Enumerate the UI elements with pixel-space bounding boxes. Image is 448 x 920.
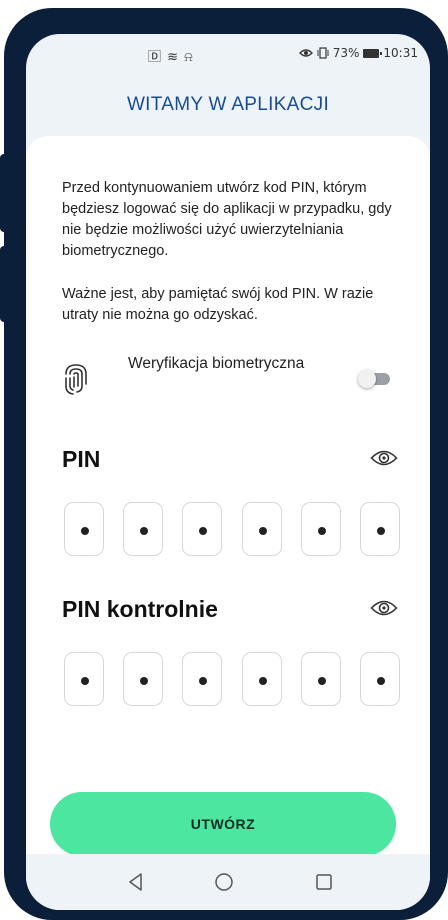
- vibrate-icon: [317, 47, 329, 59]
- pin-confirm-digit-2[interactable]: [123, 652, 164, 706]
- pin-confirm-digit-1[interactable]: [64, 652, 104, 706]
- pin-digit-3[interactable]: [182, 502, 223, 556]
- recent-apps-icon[interactable]: [312, 870, 336, 894]
- back-icon[interactable]: [124, 870, 148, 894]
- pin-confirm-digit-4[interactable]: [241, 652, 282, 706]
- status-left-icons: 🄳 ≋ ⍾: [148, 50, 194, 65]
- toggle-knob: [358, 370, 376, 388]
- biometric-toggle[interactable]: [358, 370, 392, 388]
- page-title: WITAMY W APLIKACJI: [126, 94, 330, 115]
- home-icon[interactable]: [212, 870, 236, 894]
- clock: 10:31: [383, 46, 418, 60]
- pin-dot: [258, 677, 267, 685]
- pin-dot: [140, 677, 149, 685]
- pin-confirm-digit-6[interactable]: [359, 652, 400, 706]
- biometric-row: Weryfikacja biometryczna: [62, 352, 392, 408]
- intro-paragraph-1: Przed kontynuowaniem utwórz kod PIN, któ…: [62, 180, 392, 259]
- pin-digit-1[interactable]: [64, 502, 104, 556]
- pin-confirm-digit-5[interactable]: [300, 652, 341, 706]
- pin-confirm-input-row: [64, 652, 400, 706]
- pin-digit-5[interactable]: [300, 502, 341, 556]
- pin-dot: [81, 527, 89, 535]
- pin-header: PIN: [62, 446, 398, 476]
- pin-dot: [199, 677, 208, 685]
- phone-frame: 🄳 ≋ ⍾ 73% 10:31 WITAMY W APLIKACJI Przed…: [4, 8, 448, 920]
- pin-input-row: [64, 502, 400, 556]
- pin-dot: [317, 527, 326, 535]
- pin-dot: [376, 677, 385, 685]
- show-pin-eye-icon[interactable]: [370, 448, 398, 468]
- pin-title: PIN: [62, 446, 101, 472]
- status-right: 73% 10:31: [298, 46, 418, 60]
- system-nav-bar: [26, 854, 430, 910]
- pin-dot: [258, 527, 267, 535]
- pin-dot: [199, 527, 208, 535]
- show-pin-confirm-eye-icon[interactable]: [370, 598, 398, 618]
- pin-dot: [81, 677, 89, 685]
- volume-button: [0, 154, 10, 232]
- pin-digit-6[interactable]: [359, 502, 400, 556]
- pin-digit-2[interactable]: [123, 502, 164, 556]
- battery-percent: 73%: [332, 46, 360, 60]
- pin-dot: [140, 527, 149, 535]
- content-card: Przed kontynuowaniem utwórz kod PIN, któ…: [26, 136, 430, 910]
- create-button[interactable]: UTWÓRZ: [50, 792, 396, 856]
- intro-paragraph-2: Ważne jest, aby pamiętać swój kod PIN. W…: [62, 286, 374, 323]
- pin-confirm-header: PIN kontrolnie: [62, 596, 398, 626]
- fingerprint-icon: [65, 364, 87, 395]
- battery-icon: [363, 48, 383, 58]
- eye-status-icon: [298, 49, 313, 57]
- pin-confirm-digit-3[interactable]: [182, 652, 223, 706]
- pin-confirm-title: PIN kontrolnie: [62, 596, 218, 622]
- screen: 🄳 ≋ ⍾ 73% 10:31 WITAMY W APLIKACJI Przed…: [26, 34, 430, 910]
- pin-dot: [317, 677, 326, 685]
- biometric-label: Weryfikacja biometryczna: [128, 355, 305, 372]
- power-button: [0, 246, 10, 322]
- status-bar: 🄳 ≋ ⍾ 73% 10:31: [26, 34, 430, 76]
- pin-dot: [376, 527, 385, 535]
- pin-digit-4[interactable]: [241, 502, 282, 556]
